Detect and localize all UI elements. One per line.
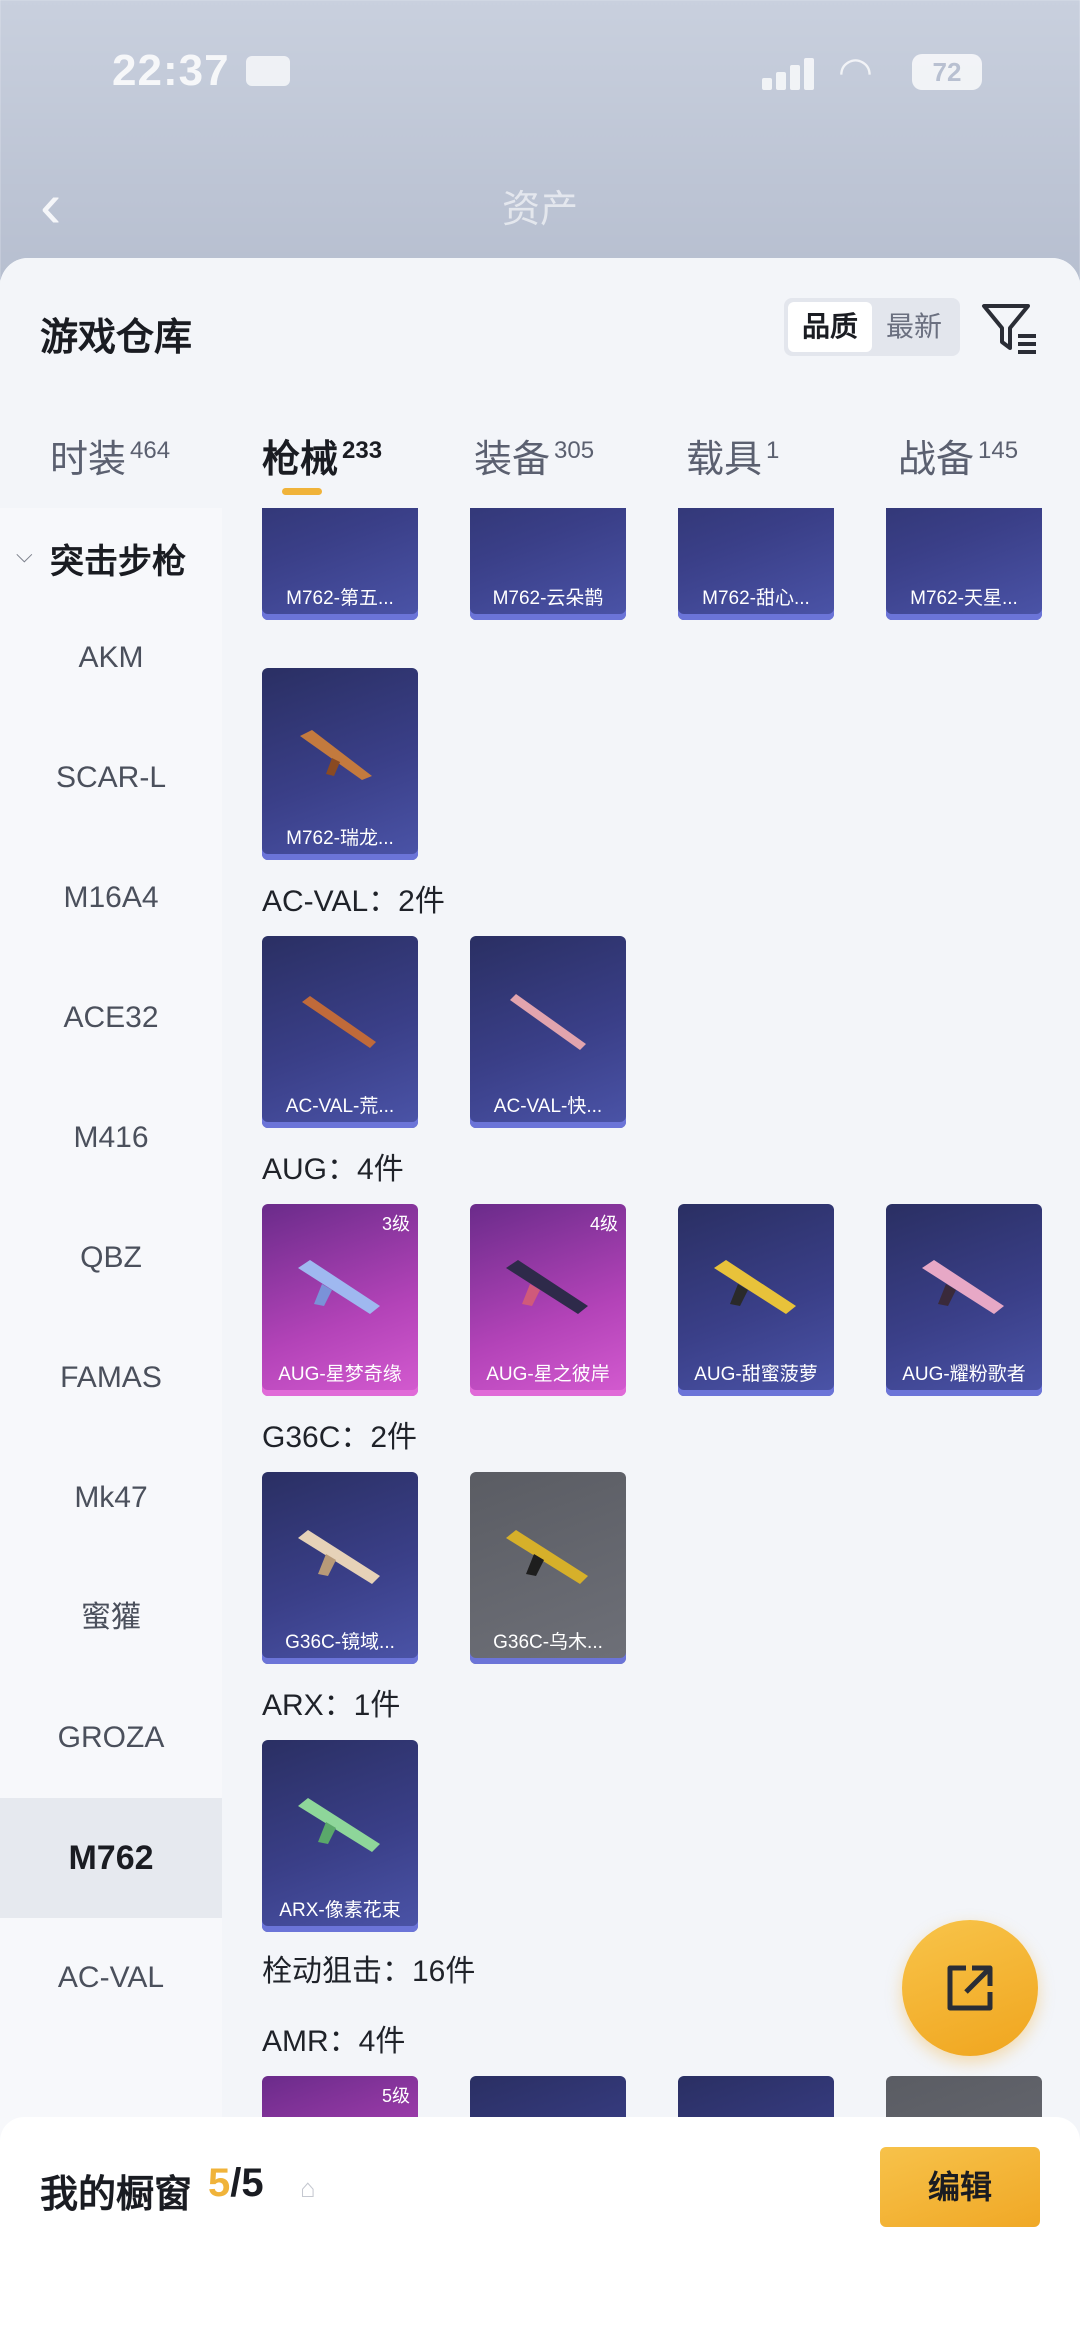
sidebar-item-qbz[interactable]: QBZ xyxy=(0,1198,222,1318)
sidebar-item-scar-l[interactable]: SCAR-L xyxy=(0,718,222,838)
gun-skin-image xyxy=(506,1260,588,1314)
signal-icon xyxy=(762,56,822,90)
status-bar: 22:37 ◠ 72 xyxy=(0,42,1080,102)
category-tabs: 时装 464 枪械 233 装备 305 载具 1 战备 145 xyxy=(0,418,1080,508)
tab-equipment[interactable]: 装备 305 xyxy=(474,428,594,483)
skin-card[interactable]: 4级 AUG-星之彼岸 xyxy=(470,1204,626,1396)
tab-fashion[interactable]: 时装 464 xyxy=(50,428,170,483)
skin-name: M762-天星... xyxy=(910,588,1018,609)
showcase-bar: 我的橱窗 5/5 ⌂ 编辑 xyxy=(0,2117,1080,2341)
skin-name: ARX-像素花束 xyxy=(279,1900,401,1921)
gun-skin-image xyxy=(302,996,376,1048)
sidebar-group-assault-rifles[interactable]: ⌵ 突击步枪 xyxy=(0,508,222,598)
skin-name: AUG-星之彼岸 xyxy=(486,1364,610,1385)
gun-skin-image xyxy=(292,508,388,558)
gun-skin-image xyxy=(708,508,804,558)
skin-name: M762-云朵鹊 xyxy=(492,588,604,609)
skin-name: AUG-星梦奇缘 xyxy=(278,1364,402,1385)
gun-skin-image xyxy=(298,1260,380,1314)
skin-name: G36C-镜域... xyxy=(285,1632,395,1653)
skin-card[interactable]: ARX-像素花束 xyxy=(262,1740,418,1932)
sort-newest-button[interactable]: 最新 xyxy=(872,302,956,352)
gun-skin-image xyxy=(506,1530,588,1584)
sidebar-group-label: 突击步枪 xyxy=(50,543,186,581)
section-label-arx: ARX：1件 xyxy=(262,1689,401,1722)
skin-level-badge: 3级 xyxy=(381,1214,410,1234)
skin-card[interactable]: AC-VAL-快... xyxy=(470,936,626,1128)
sidebar-item-mk47[interactable]: Mk47 xyxy=(0,1438,222,1558)
skin-card[interactable]: M762-瑞龙... xyxy=(262,668,418,860)
showcase-count: 5/5 xyxy=(208,2161,264,2205)
sidebar-item-ace32[interactable]: ACE32 xyxy=(0,958,222,1078)
section-label-bolt-sniper[interactable]: 栓动狙击：16件 xyxy=(262,1946,475,1990)
sidebar-item-m416[interactable]: M416 xyxy=(0,1078,222,1198)
gun-skin-image xyxy=(300,730,372,780)
gun-skin-image xyxy=(714,1260,796,1314)
sheet-header: 游戏仓库 品质 最新 时装 464 枪械 233 装备 305 载具 1 战备 145 xyxy=(0,258,1080,508)
skin-level-badge: 4级 xyxy=(589,1214,618,1234)
skin-card[interactable]: AUG-甜蜜菠萝 xyxy=(678,1204,834,1396)
showcase-title: 我的橱窗 xyxy=(40,2174,193,2216)
gun-skin-image xyxy=(916,508,1012,558)
edit-button[interactable]: 编辑 xyxy=(880,2147,1040,2227)
gun-skin-image xyxy=(500,508,596,558)
skin-card[interactable]: AUG-耀粉歌者 xyxy=(886,1204,1042,1396)
active-tab-indicator xyxy=(282,488,322,495)
gun-skin-image xyxy=(298,1798,380,1852)
tab-supplies[interactable]: 战备 145 xyxy=(898,428,1018,483)
skin-card[interactable]: M762-天星... xyxy=(886,508,1042,620)
tab-vehicles[interactable]: 载具 1 xyxy=(686,428,779,483)
weapon-grid: M762-第五... M762-云朵鹊 M762-甜心... M762-天星..… xyxy=(222,508,1080,2341)
skin-card[interactable]: G36C-乌木... xyxy=(470,1472,626,1664)
background-page-title: 资产 xyxy=(501,189,578,231)
skin-level-badge: 5级 xyxy=(381,2086,410,2106)
skin-name: M762-甜心... xyxy=(702,588,810,609)
wifi-icon: ◠ xyxy=(838,50,873,94)
sidebar-item-m762[interactable]: M762 xyxy=(0,1798,222,1918)
share-icon xyxy=(947,1965,993,2011)
section-label-aug: AUG：4件 xyxy=(262,1153,404,1186)
sidebar-item-akm[interactable]: AKM xyxy=(0,598,222,718)
lock-icon: ⌂ xyxy=(300,2173,316,2203)
section-label-acval: AC-VAL：2件 xyxy=(262,885,445,918)
skin-name: AC-VAL-荒... xyxy=(285,1096,395,1117)
weapon-sidebar: ⌵ 突击步枪 AKM SCAR-L M16A4 ACE32 M416 QBZ F… xyxy=(0,508,222,2341)
section-label-g36c: G36C：2件 xyxy=(262,1421,418,1454)
status-time: 22:37 xyxy=(112,46,230,95)
skin-card[interactable]: AC-VAL-荒... xyxy=(262,936,418,1128)
battery-indicator: 72 xyxy=(912,54,982,90)
tab-guns[interactable]: 枪械 233 xyxy=(262,428,382,483)
sidebar-item-m16a4[interactable]: M16A4 xyxy=(0,838,222,958)
sidebar-item-famas[interactable]: FAMAS xyxy=(0,1318,222,1438)
skin-name: M762-第五... xyxy=(286,588,394,609)
gun-skin-image xyxy=(298,1530,380,1584)
skin-name: G36C-乌木... xyxy=(493,1632,603,1653)
sort-quality-button[interactable]: 品质 xyxy=(788,302,872,352)
chevron-down-icon: ⌵ xyxy=(16,542,33,567)
skin-card[interactable]: G36C-镜域... xyxy=(262,1472,418,1664)
skin-name: AC-VAL-快... xyxy=(493,1096,603,1117)
sheet-title: 游戏仓库 xyxy=(40,317,193,359)
skin-card[interactable]: M762-第五... xyxy=(262,508,418,620)
share-fab-button[interactable] xyxy=(902,1920,1038,2056)
sort-toggle: 品质 最新 xyxy=(784,298,960,356)
skin-card[interactable]: 3级 AUG-星梦奇缘 xyxy=(262,1204,418,1396)
skin-card[interactable]: M762-甜心... xyxy=(678,508,834,620)
car-icon xyxy=(246,56,290,86)
gun-skin-image xyxy=(922,1260,1004,1314)
sidebar-item-ac-val[interactable]: AC-VAL xyxy=(0,1918,222,2038)
skin-name: AUG-甜蜜菠萝 xyxy=(694,1364,818,1385)
skin-card[interactable]: M762-云朵鹊 xyxy=(470,508,626,620)
gun-skin-image xyxy=(510,994,586,1050)
filter-icon[interactable] xyxy=(980,300,1040,356)
sidebar-item-groza[interactable]: GROZA xyxy=(0,1678,222,1798)
section-label-amr: AMR：4件 xyxy=(262,2025,406,2058)
sidebar-item-honey-badger[interactable]: 蜜獾 xyxy=(0,1558,222,1678)
skin-name: M762-瑞龙... xyxy=(286,828,394,849)
skin-name: AUG-耀粉歌者 xyxy=(902,1364,1026,1385)
